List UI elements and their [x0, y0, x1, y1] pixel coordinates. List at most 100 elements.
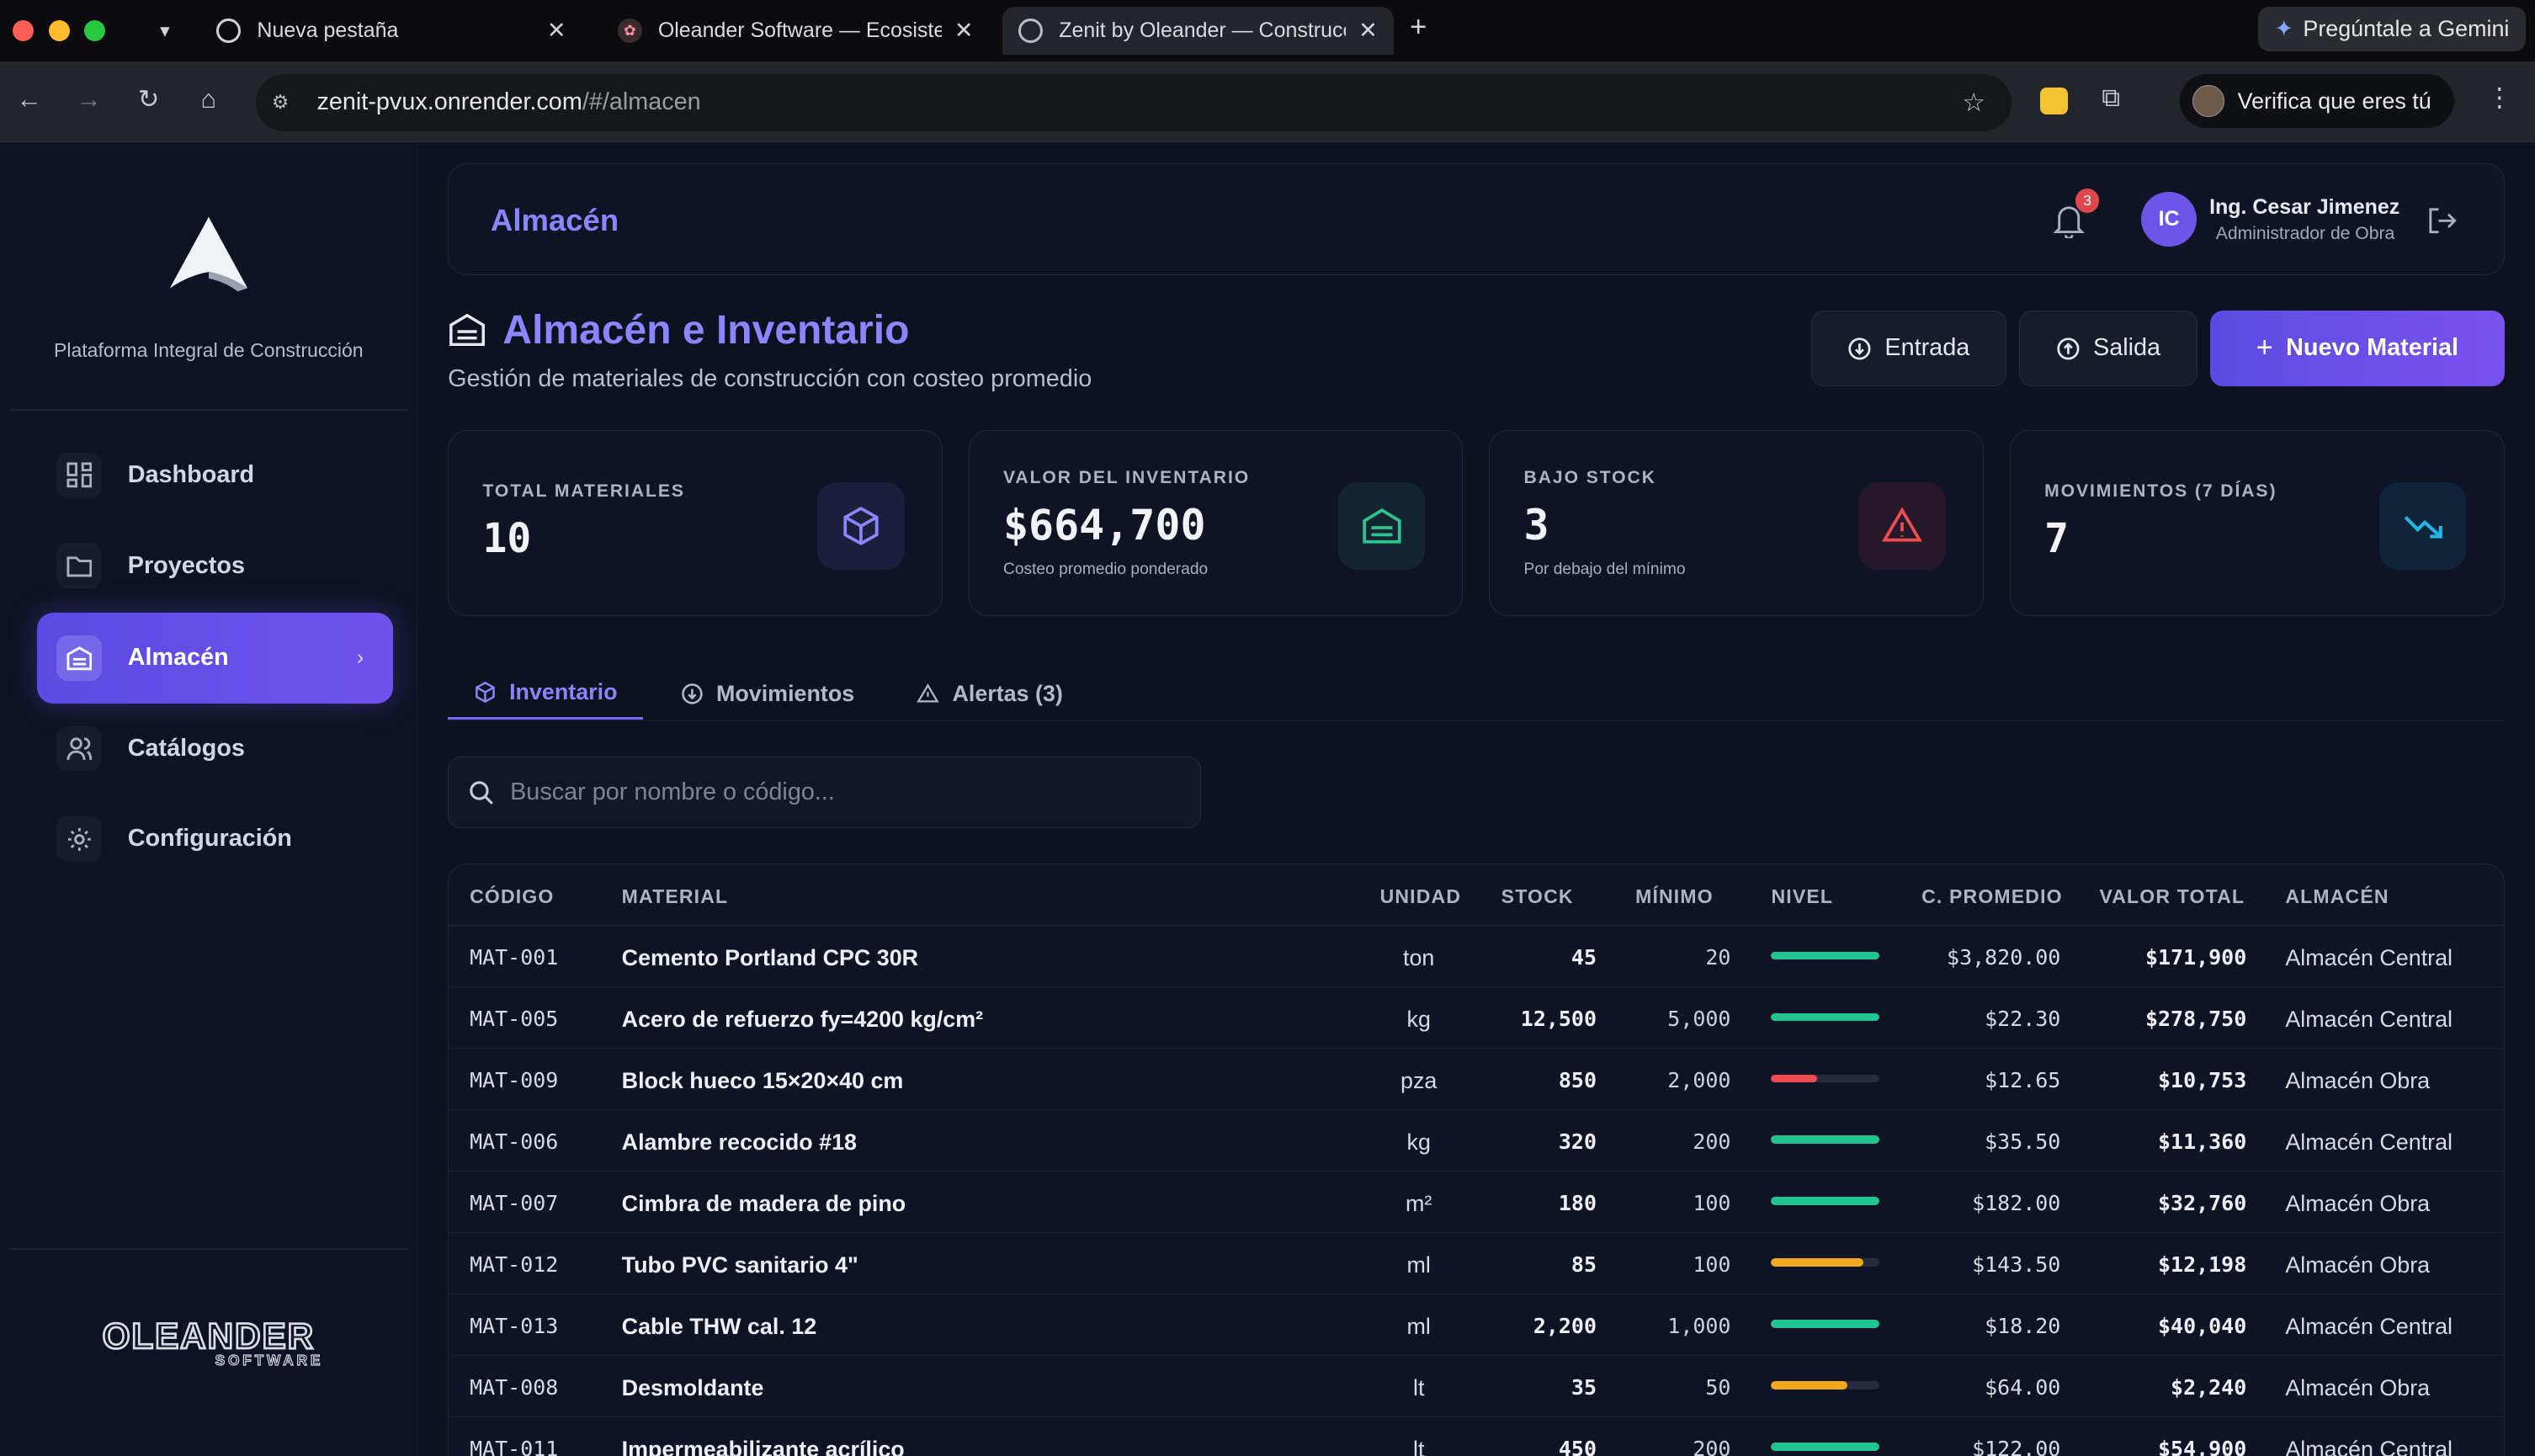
entrada-button[interactable]: Entrada: [1810, 310, 2006, 387]
stat-label: VALOR DEL INVENTARIO: [1002, 468, 1251, 488]
cell-avg-cost: $3,820.00: [1947, 944, 2061, 970]
stat-value: 10: [482, 514, 532, 562]
tab-alertas[interactable]: Alertas (3): [890, 667, 1088, 719]
close-tab-icon[interactable]: ✕: [1358, 18, 1378, 44]
column-header[interactable]: VALOR TOTAL: [2099, 885, 2245, 908]
level-bar-fill: [1771, 1074, 1817, 1083]
cell-total: $2,240: [2171, 1374, 2247, 1400]
extensions-puzzle-icon[interactable]: ⧉: [2102, 82, 2120, 114]
tab-inventario[interactable]: Inventario: [448, 667, 644, 720]
column-header[interactable]: CÓDIGO: [470, 885, 554, 908]
gemini-sparkle-icon: ✦: [2274, 16, 2293, 42]
column-header[interactable]: UNIDAD: [1380, 885, 1462, 908]
url-bar[interactable]: ⚙ zenit-pvux.onrender.com/#/almacen ☆: [255, 74, 2012, 131]
search-input[interactable]: [510, 778, 1157, 806]
cell-total: $32,760: [2158, 1190, 2247, 1215]
cell-unit: pza: [1400, 1067, 1438, 1093]
tab-new-tab[interactable]: Nueva pestaña ✕: [200, 7, 582, 56]
gear-icon: [56, 816, 102, 862]
level-bar-fill: [1771, 1012, 1880, 1022]
user-name: Ing. Cesar Jimenez: [2209, 194, 2400, 219]
close-window-button[interactable]: [13, 20, 35, 41]
table-row[interactable]: MAT-001 Cemento Portland CPC 30R ton 45 20 $3…: [449, 926, 2504, 987]
column-header[interactable]: C. PROMEDIO: [1921, 885, 2063, 908]
logout-icon[interactable]: [2427, 206, 2457, 236]
tab-oleander[interactable]: ✿ Oleander Software — Ecosistema ✕: [602, 7, 990, 56]
tab-title: Nueva pestaña: [257, 18, 399, 42]
extension-icon[interactable]: [2040, 87, 2068, 115]
stat-movimientos: MOVIMIENTOS (7 DÍAS) 7: [2009, 429, 2505, 616]
cell-stock: 850: [1558, 1067, 1597, 1092]
tab-search-chevron-icon[interactable]: ▾: [147, 19, 183, 42]
column-header[interactable]: NIVEL: [1771, 885, 1833, 908]
reload-icon[interactable]: ↻: [133, 84, 165, 114]
gemini-button[interactable]: ✦ Pregúntale a Gemini: [2258, 6, 2526, 52]
warehouse-icon: [449, 314, 486, 347]
maximize-window-button[interactable]: [83, 20, 105, 41]
cell-material: Impermeabilizante acrílico: [621, 1436, 905, 1456]
tab-movimientos[interactable]: Movimientos: [655, 667, 880, 719]
profile-avatar: [2192, 84, 2225, 118]
cell-stock: 320: [1558, 1129, 1597, 1154]
back-icon[interactable]: ←: [13, 84, 45, 114]
table-row[interactable]: MAT-011 Impermeabilizante acrílico lt 450 20…: [449, 1417, 2504, 1456]
sidebar-item-catalogos[interactable]: Catálogos: [37, 704, 393, 794]
table-row[interactable]: MAT-005 Acero de refuerzo fy=4200 kg/cm² k…: [449, 987, 2504, 1049]
cell-total: $278,750: [2144, 1006, 2247, 1031]
cell-avg-cost: $12.65: [1985, 1067, 2061, 1092]
stat-total-materiales: TOTAL MATERIALES 10: [448, 429, 943, 616]
tab-zenit[interactable]: Zenit by Oleander — Construcción ✕: [1002, 6, 1394, 56]
cell-warehouse: Almacén Central: [2285, 1129, 2453, 1155]
oleander-favicon-icon: ✿: [617, 19, 642, 43]
stat-label: MOVIMIENTOS (7 DÍAS): [2044, 481, 2277, 501]
table-row[interactable]: MAT-013 Cable THW cal. 12 ml 2,200 1,000 $18.…: [449, 1294, 2504, 1356]
forward-icon[interactable]: →: [72, 84, 104, 114]
cell-material: Acero de refuerzo fy=4200 kg/cm²: [621, 1006, 984, 1032]
cell-material: Tubo PVC sanitario 4": [621, 1251, 858, 1278]
close-tab-icon[interactable]: ✕: [547, 18, 566, 44]
home-icon[interactable]: ⌂: [193, 84, 225, 114]
table-row[interactable]: MAT-012 Tubo PVC sanitario 4" ml 85 100 $143.…: [449, 1233, 2504, 1294]
sidebar-item-almacen[interactable]: Almacén ›: [37, 613, 393, 704]
nuevo-material-button[interactable]: + Nuevo Material: [2209, 310, 2505, 387]
verify-label: Verifica que eres tú: [2237, 88, 2431, 114]
table-row[interactable]: MAT-006 Alambre recocido #18 kg 320 200 $35.5…: [449, 1110, 2504, 1172]
column-header[interactable]: ALMACÉN: [2285, 885, 2389, 908]
cell-material: Alambre recocido #18: [621, 1129, 857, 1155]
box-icon: [817, 482, 905, 571]
table-row[interactable]: MAT-007 Cimbra de madera de pino m² 180 100 $…: [449, 1172, 2504, 1233]
cell-min: 200: [1693, 1436, 1731, 1456]
column-header[interactable]: STOCK: [1501, 885, 1574, 908]
close-tab-icon[interactable]: ✕: [954, 18, 974, 44]
table-row[interactable]: MAT-008 Desmoldante lt 35 50 $64.00 $2,240 Alma…: [449, 1356, 2504, 1417]
level-bar: [1771, 1074, 1880, 1083]
browser-menu-icon[interactable]: ⋮: [2486, 82, 2512, 113]
salida-button[interactable]: Salida: [2019, 310, 2198, 387]
cell-total: $40,040: [2158, 1313, 2247, 1338]
table-header: CÓDIGO MATERIAL UNIDAD STOCK MÍNIMO NIVE…: [449, 864, 2504, 926]
bookmark-star-icon[interactable]: ☆: [1962, 88, 1985, 118]
sidebar-item-dashboard[interactable]: Dashboard: [37, 430, 393, 521]
sidebar-item-configuracion[interactable]: Configuración: [37, 794, 393, 885]
site-settings-icon[interactable]: ⚙: [272, 91, 304, 114]
cell-code: MAT-008: [470, 1374, 559, 1400]
table-body: MAT-001 Cemento Portland CPC 30R ton 45 20 $3…: [449, 926, 2504, 1456]
cell-stock: 180: [1558, 1190, 1597, 1215]
cell-avg-cost: $18.20: [1985, 1313, 2061, 1338]
warehouse-icon: [56, 635, 102, 681]
column-header[interactable]: MATERIAL: [622, 885, 729, 908]
brand-name: OLEANDER: [101, 1315, 316, 1357]
minimize-window-button[interactable]: [48, 20, 70, 41]
sidebar-item-proyectos[interactable]: Proyectos: [37, 521, 393, 612]
avatar[interactable]: IC: [2141, 191, 2197, 247]
column-header[interactable]: MÍNIMO: [1635, 885, 1714, 908]
cell-total: $10,753: [2158, 1067, 2247, 1092]
users-icon: [56, 725, 102, 772]
verify-profile-button[interactable]: Verifica que eres tú: [2179, 74, 2454, 128]
cell-unit: kg: [1406, 1129, 1431, 1155]
cell-warehouse: Almacén Obra: [2285, 1251, 2431, 1278]
stat-value: 7: [2044, 514, 2070, 562]
new-tab-button[interactable]: +: [1410, 11, 1427, 44]
table-row[interactable]: MAT-009 Block hueco 15×20×40 cm pza 850 2,00…: [449, 1049, 2504, 1110]
level-bar: [1771, 1320, 1880, 1329]
